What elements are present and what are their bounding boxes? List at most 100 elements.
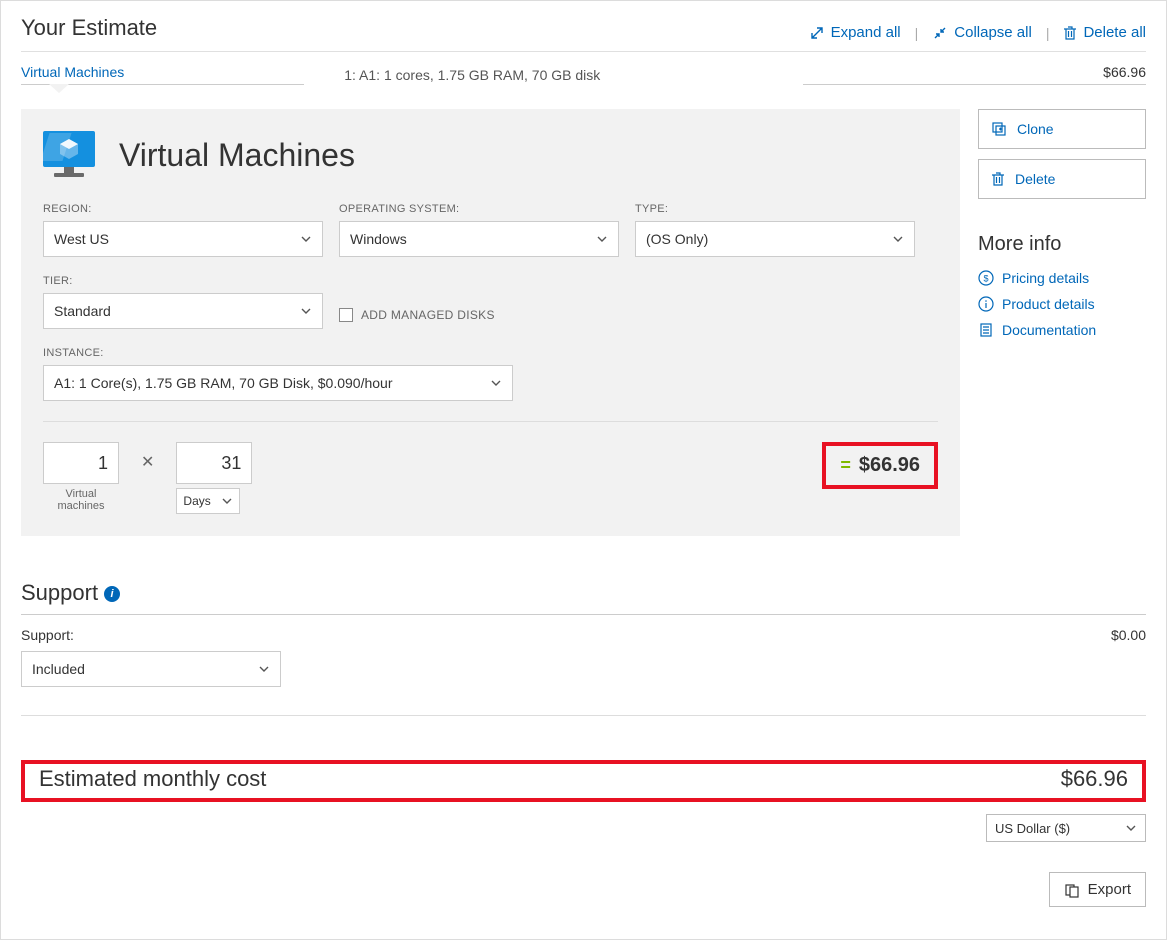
delete-button[interactable]: Delete: [978, 159, 1146, 199]
duration-input[interactable]: 31: [176, 442, 252, 484]
tab-virtual-machines[interactable]: Virtual Machines: [21, 64, 124, 80]
region-select[interactable]: West US: [43, 221, 323, 257]
multiply-icon: ✕: [141, 452, 154, 472]
collapse-all-text: Collapse all: [954, 24, 1032, 41]
separator: |: [915, 25, 919, 41]
region-label: REGION:: [43, 203, 323, 215]
os-value: Windows: [350, 231, 407, 247]
clone-icon: [991, 121, 1007, 137]
delete-all-text: Delete all: [1083, 24, 1146, 41]
managed-disks-label: ADD MANAGED DISKS: [361, 308, 495, 322]
chevron-down-icon: [1125, 822, 1137, 834]
tier-value: Standard: [54, 303, 111, 319]
estimate-header: Your Estimate Expand all | Collapse all …: [21, 15, 1146, 52]
total-value: $66.96: [1061, 766, 1128, 792]
delete-label: Delete: [1015, 171, 1055, 187]
subtotal-box: = $66.96: [822, 442, 938, 489]
collapse-icon: [932, 25, 948, 41]
support-section: Support i Support: $0.00 Included: [21, 580, 1146, 687]
tier-label: TIER:: [43, 275, 323, 287]
expand-all-text: Expand all: [831, 24, 901, 41]
divider: [43, 421, 938, 422]
info-icon[interactable]: i: [104, 586, 120, 602]
product-label: Product details: [1002, 296, 1095, 312]
support-value: Included: [32, 661, 85, 677]
support-heading: Support i: [21, 580, 1146, 615]
sidebar: Clone Delete More info $ Pricing details…: [978, 109, 1146, 536]
separator: |: [1046, 25, 1050, 41]
os-label: OPERATING SYSTEM:: [339, 203, 619, 215]
tab-cost: $66.96: [1103, 64, 1146, 80]
chevron-down-icon: [490, 377, 502, 389]
pricing-label: Pricing details: [1002, 270, 1089, 286]
pricing-details-link[interactable]: $ Pricing details: [978, 270, 1146, 286]
expand-icon: [809, 25, 825, 41]
tab-cost-wrap: $66.96: [803, 64, 1146, 85]
support-row: Support: $0.00: [21, 627, 1146, 643]
calc-row: 1 Virtual machines ✕ 31 Days = $66.96: [43, 442, 938, 514]
support-select[interactable]: Included: [21, 651, 281, 687]
svg-text:$: $: [983, 274, 988, 284]
currency-select[interactable]: US Dollar ($): [986, 814, 1146, 842]
page-title: Your Estimate: [21, 15, 157, 41]
tab-label-wrap: Virtual Machines: [21, 64, 304, 85]
total-box: Estimated monthly cost $66.96: [21, 760, 1146, 802]
vm-config-panel: Virtual Machines REGION: West US OPERATI…: [21, 109, 960, 536]
documentation-link[interactable]: Documentation: [978, 322, 1146, 338]
duration-unit-select[interactable]: Days: [176, 488, 240, 514]
chevron-down-icon: [596, 233, 608, 245]
os-select[interactable]: Windows: [339, 221, 619, 257]
export-label: Export: [1088, 881, 1131, 898]
chevron-down-icon: [300, 233, 312, 245]
support-label: Support:: [21, 627, 74, 643]
managed-disks-checkbox[interactable]: ADD MANAGED DISKS: [339, 301, 495, 329]
panel-title: Virtual Machines: [119, 137, 355, 174]
tab-summary: 1: A1: 1 cores, 1.75 GB RAM, 70 GB disk: [304, 67, 803, 83]
body-row: Virtual Machines REGION: West US OPERATI…: [21, 109, 1146, 536]
total-label: Estimated monthly cost: [39, 766, 266, 792]
chevron-down-icon: [221, 495, 233, 507]
duration-unit-value: Days: [183, 494, 210, 508]
type-select[interactable]: (OS Only): [635, 221, 915, 257]
delete-all-link[interactable]: Delete all: [1063, 24, 1146, 41]
product-details-link[interactable]: Product details: [978, 296, 1146, 312]
collapse-all-link[interactable]: Collapse all: [932, 24, 1032, 41]
expand-all-link[interactable]: Expand all: [809, 24, 901, 41]
export-icon: [1064, 882, 1080, 898]
chevron-down-icon: [892, 233, 904, 245]
region-value: West US: [54, 231, 109, 247]
document-icon: [978, 322, 994, 338]
instance-value: A1: 1 Core(s), 1.75 GB RAM, 70 GB Disk, …: [54, 375, 392, 391]
type-value: (OS Only): [646, 231, 708, 247]
trash-icon: [1063, 25, 1077, 41]
estimate-tab-row: Virtual Machines 1: A1: 1 cores, 1.75 GB…: [21, 52, 1146, 91]
header-actions: Expand all | Collapse all | Delete all: [809, 24, 1146, 41]
equals-icon: =: [840, 455, 851, 476]
clone-button[interactable]: Clone: [978, 109, 1146, 149]
chevron-down-icon: [258, 663, 270, 675]
support-cost: $0.00: [1111, 627, 1146, 643]
panel-head: Virtual Machines: [43, 131, 938, 179]
virtual-machine-icon: [43, 131, 95, 179]
info-icon: [978, 296, 994, 312]
clone-label: Clone: [1017, 121, 1054, 137]
divider: [21, 715, 1146, 716]
type-label: TYPE:: [635, 203, 915, 215]
trash-icon: [991, 171, 1005, 187]
tier-select[interactable]: Standard: [43, 293, 323, 329]
dollar-icon: $: [978, 270, 994, 286]
instance-label: INSTANCE:: [43, 347, 513, 359]
checkbox-icon: [339, 308, 353, 322]
docs-label: Documentation: [1002, 322, 1096, 338]
chevron-down-icon: [300, 305, 312, 317]
vm-count-input[interactable]: 1: [43, 442, 119, 484]
subtotal-value: $66.96: [859, 454, 920, 477]
vm-count-group: 1 Virtual machines: [43, 442, 119, 512]
currency-value: US Dollar ($): [995, 821, 1070, 836]
export-button[interactable]: Export: [1049, 872, 1146, 907]
vm-count-label: Virtual machines: [43, 488, 119, 512]
instance-select[interactable]: A1: 1 Core(s), 1.75 GB RAM, 70 GB Disk, …: [43, 365, 513, 401]
duration-group: 31 Days: [176, 442, 252, 514]
footer: US Dollar ($) Export: [21, 814, 1146, 907]
more-info-heading: More info: [978, 233, 1146, 256]
